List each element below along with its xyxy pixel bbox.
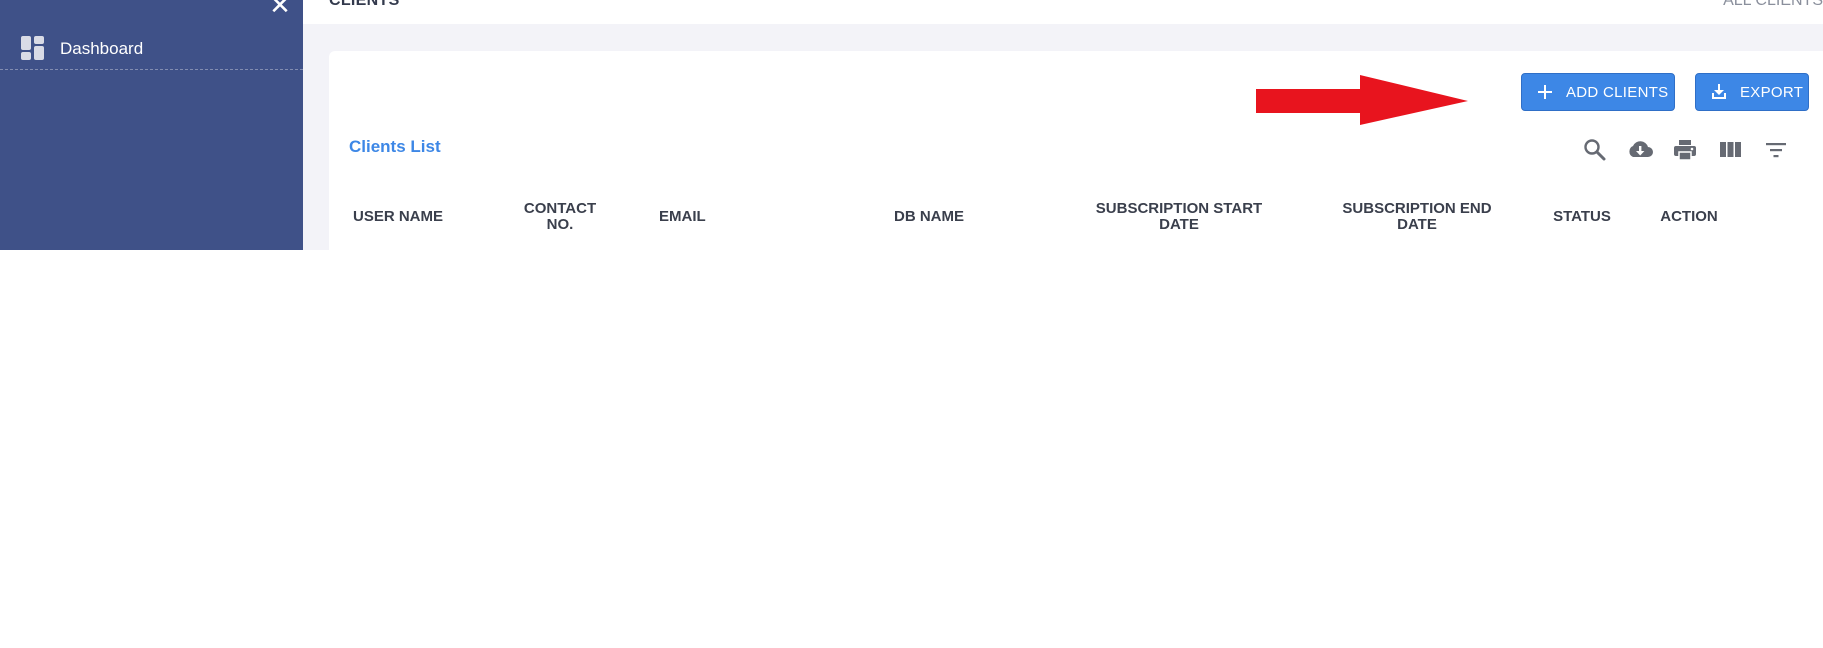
close-icon[interactable]: ✕	[268, 0, 292, 19]
print-icon[interactable]	[1672, 137, 1698, 163]
main-content: CLIENTS ALL CLIENTS ADD CLIENTS EXPORT C…	[303, 0, 1823, 250]
download-icon	[1710, 83, 1728, 101]
clients-card: ADD CLIENTS EXPORT Clients List USER NAM…	[329, 51, 1823, 250]
column-header-status[interactable]: STATUS	[1547, 197, 1617, 237]
export-label: EXPORT	[1740, 83, 1804, 101]
view-columns-icon[interactable]	[1717, 137, 1743, 163]
plus-icon	[1536, 83, 1554, 101]
add-clients-label: ADD CLIENTS	[1566, 83, 1669, 101]
red-arrow-annotation	[1256, 75, 1468, 125]
column-header-email[interactable]: EMAIL	[659, 197, 729, 237]
column-header-user-name[interactable]: USER NAME	[339, 197, 457, 237]
cloud-download-icon[interactable]	[1626, 137, 1653, 163]
add-clients-button[interactable]: ADD CLIENTS	[1521, 73, 1675, 111]
column-header-subscription-start-date[interactable]: SUBSCRIPTION START DATE	[1084, 197, 1274, 237]
sidebar: ✕ Dashboard	[0, 0, 303, 250]
table-header: USER NAME CONTACT NO. EMAIL DB NAME SUBS…	[329, 197, 1823, 247]
column-header-subscription-end-date[interactable]: SUBSCRIPTION END DATE	[1332, 197, 1502, 237]
dashboard-icon	[21, 36, 46, 61]
column-header-contact-no[interactable]: CONTACT NO.	[517, 197, 603, 237]
page-title: CLIENTS	[329, 0, 400, 9]
export-button[interactable]: EXPORT	[1695, 73, 1809, 111]
filter-icon[interactable]	[1763, 137, 1789, 163]
column-header-db-name[interactable]: DB NAME	[884, 197, 974, 237]
top-bar: CLIENTS ALL CLIENTS	[303, 0, 1823, 24]
search-icon[interactable]	[1582, 137, 1608, 163]
sidebar-item-dashboard[interactable]: Dashboard	[0, 28, 303, 70]
list-title: Clients List	[349, 137, 441, 156]
breadcrumb[interactable]: ALL CLIENTS	[1723, 0, 1823, 10]
column-header-action[interactable]: ACTION	[1654, 197, 1724, 237]
sidebar-item-label: Dashboard	[60, 38, 144, 58]
